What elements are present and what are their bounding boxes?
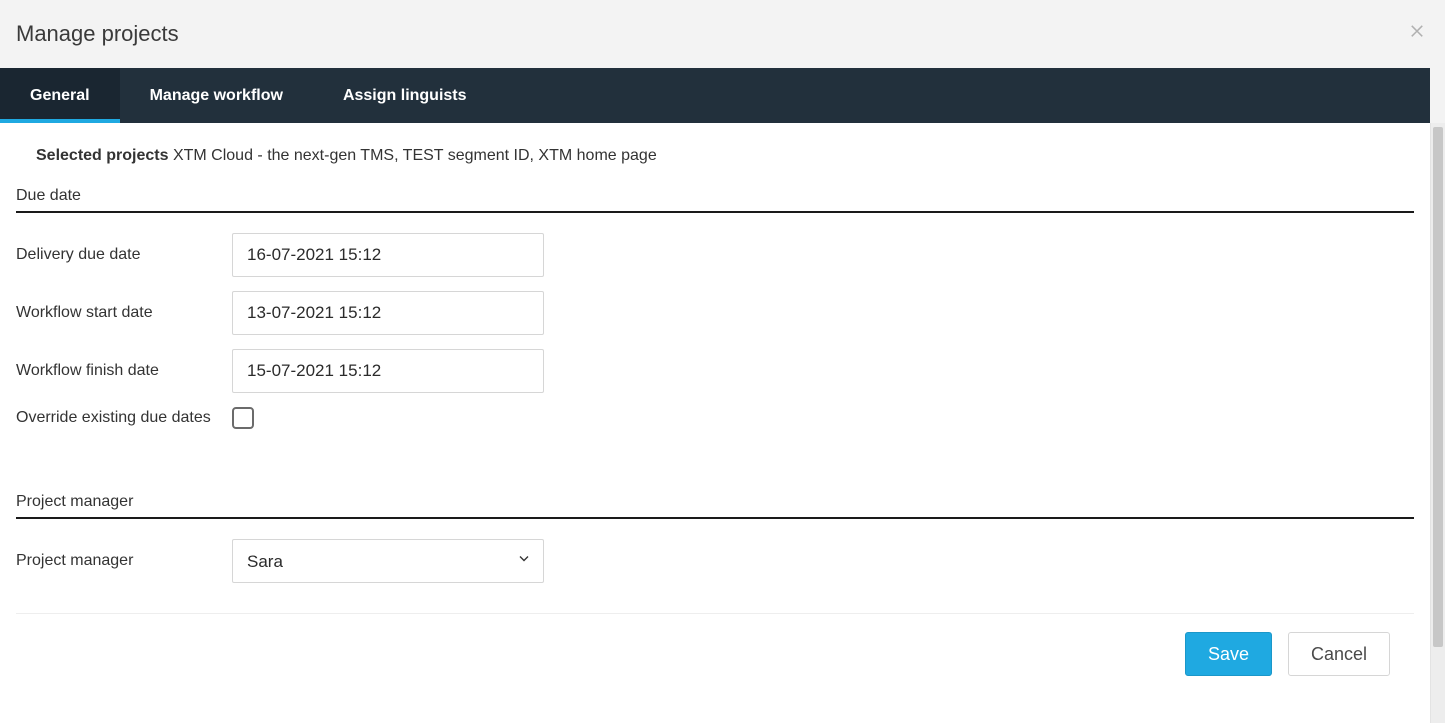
- override-existing-label: Override existing due dates: [16, 409, 232, 427]
- tab-label: Manage workflow: [150, 87, 283, 105]
- row-project-manager: Project manager Sara: [16, 539, 1414, 583]
- cancel-button[interactable]: Cancel: [1288, 632, 1390, 676]
- tab-label: Assign linguists: [343, 87, 467, 105]
- workflow-start-date-input[interactable]: [232, 291, 544, 335]
- scrollbar[interactable]: [1430, 123, 1445, 723]
- row-override-existing: Override existing due dates: [16, 407, 1414, 429]
- row-workflow-finish-date: Workflow finish date: [16, 349, 1414, 393]
- override-existing-checkbox[interactable]: [232, 407, 254, 429]
- project-manager-select[interactable]: Sara: [232, 539, 544, 583]
- workflow-finish-date-input[interactable]: [232, 349, 544, 393]
- tab-manage-workflow[interactable]: Manage workflow: [120, 68, 313, 123]
- tab-general[interactable]: General: [0, 68, 120, 123]
- workflow-start-date-label: Workflow start date: [16, 304, 232, 322]
- selected-projects-label: Selected projects: [36, 147, 169, 164]
- selected-projects-value: XTM Cloud - the next-gen TMS, TEST segme…: [173, 147, 657, 164]
- tab-assign-linguists[interactable]: Assign linguists: [313, 68, 497, 123]
- close-button[interactable]: [1403, 18, 1431, 46]
- selected-projects-row: Selected projects XTM Cloud - the next-g…: [16, 141, 1414, 187]
- section-project-manager-title: Project manager: [16, 493, 1414, 519]
- content: Selected projects XTM Cloud - the next-g…: [0, 123, 1430, 723]
- content-wrap: Selected projects XTM Cloud - the next-g…: [0, 123, 1445, 723]
- save-button[interactable]: Save: [1185, 632, 1272, 676]
- section-due-date-title: Due date: [16, 187, 1414, 213]
- close-icon: [1408, 21, 1426, 44]
- workflow-finish-date-label: Workflow finish date: [16, 362, 232, 380]
- scrollbar-thumb[interactable]: [1433, 127, 1443, 647]
- delivery-due-date-input[interactable]: [232, 233, 544, 277]
- footer: Save Cancel: [16, 632, 1414, 676]
- spacer: [16, 443, 1414, 493]
- dialog-title: Manage projects: [16, 21, 179, 47]
- dialog-header: Manage projects: [0, 0, 1445, 68]
- project-manager-label: Project manager: [16, 552, 232, 570]
- project-manager-select-wrap: Sara: [232, 539, 544, 583]
- manage-projects-dialog: Manage projects General Manage workflow …: [0, 0, 1445, 723]
- footer-divider: [16, 613, 1414, 614]
- row-workflow-start-date: Workflow start date: [16, 291, 1414, 335]
- tab-label: General: [30, 87, 90, 105]
- tab-bar: General Manage workflow Assign linguists: [0, 68, 1430, 123]
- row-delivery-due-date: Delivery due date: [16, 233, 1414, 277]
- delivery-due-date-label: Delivery due date: [16, 246, 232, 264]
